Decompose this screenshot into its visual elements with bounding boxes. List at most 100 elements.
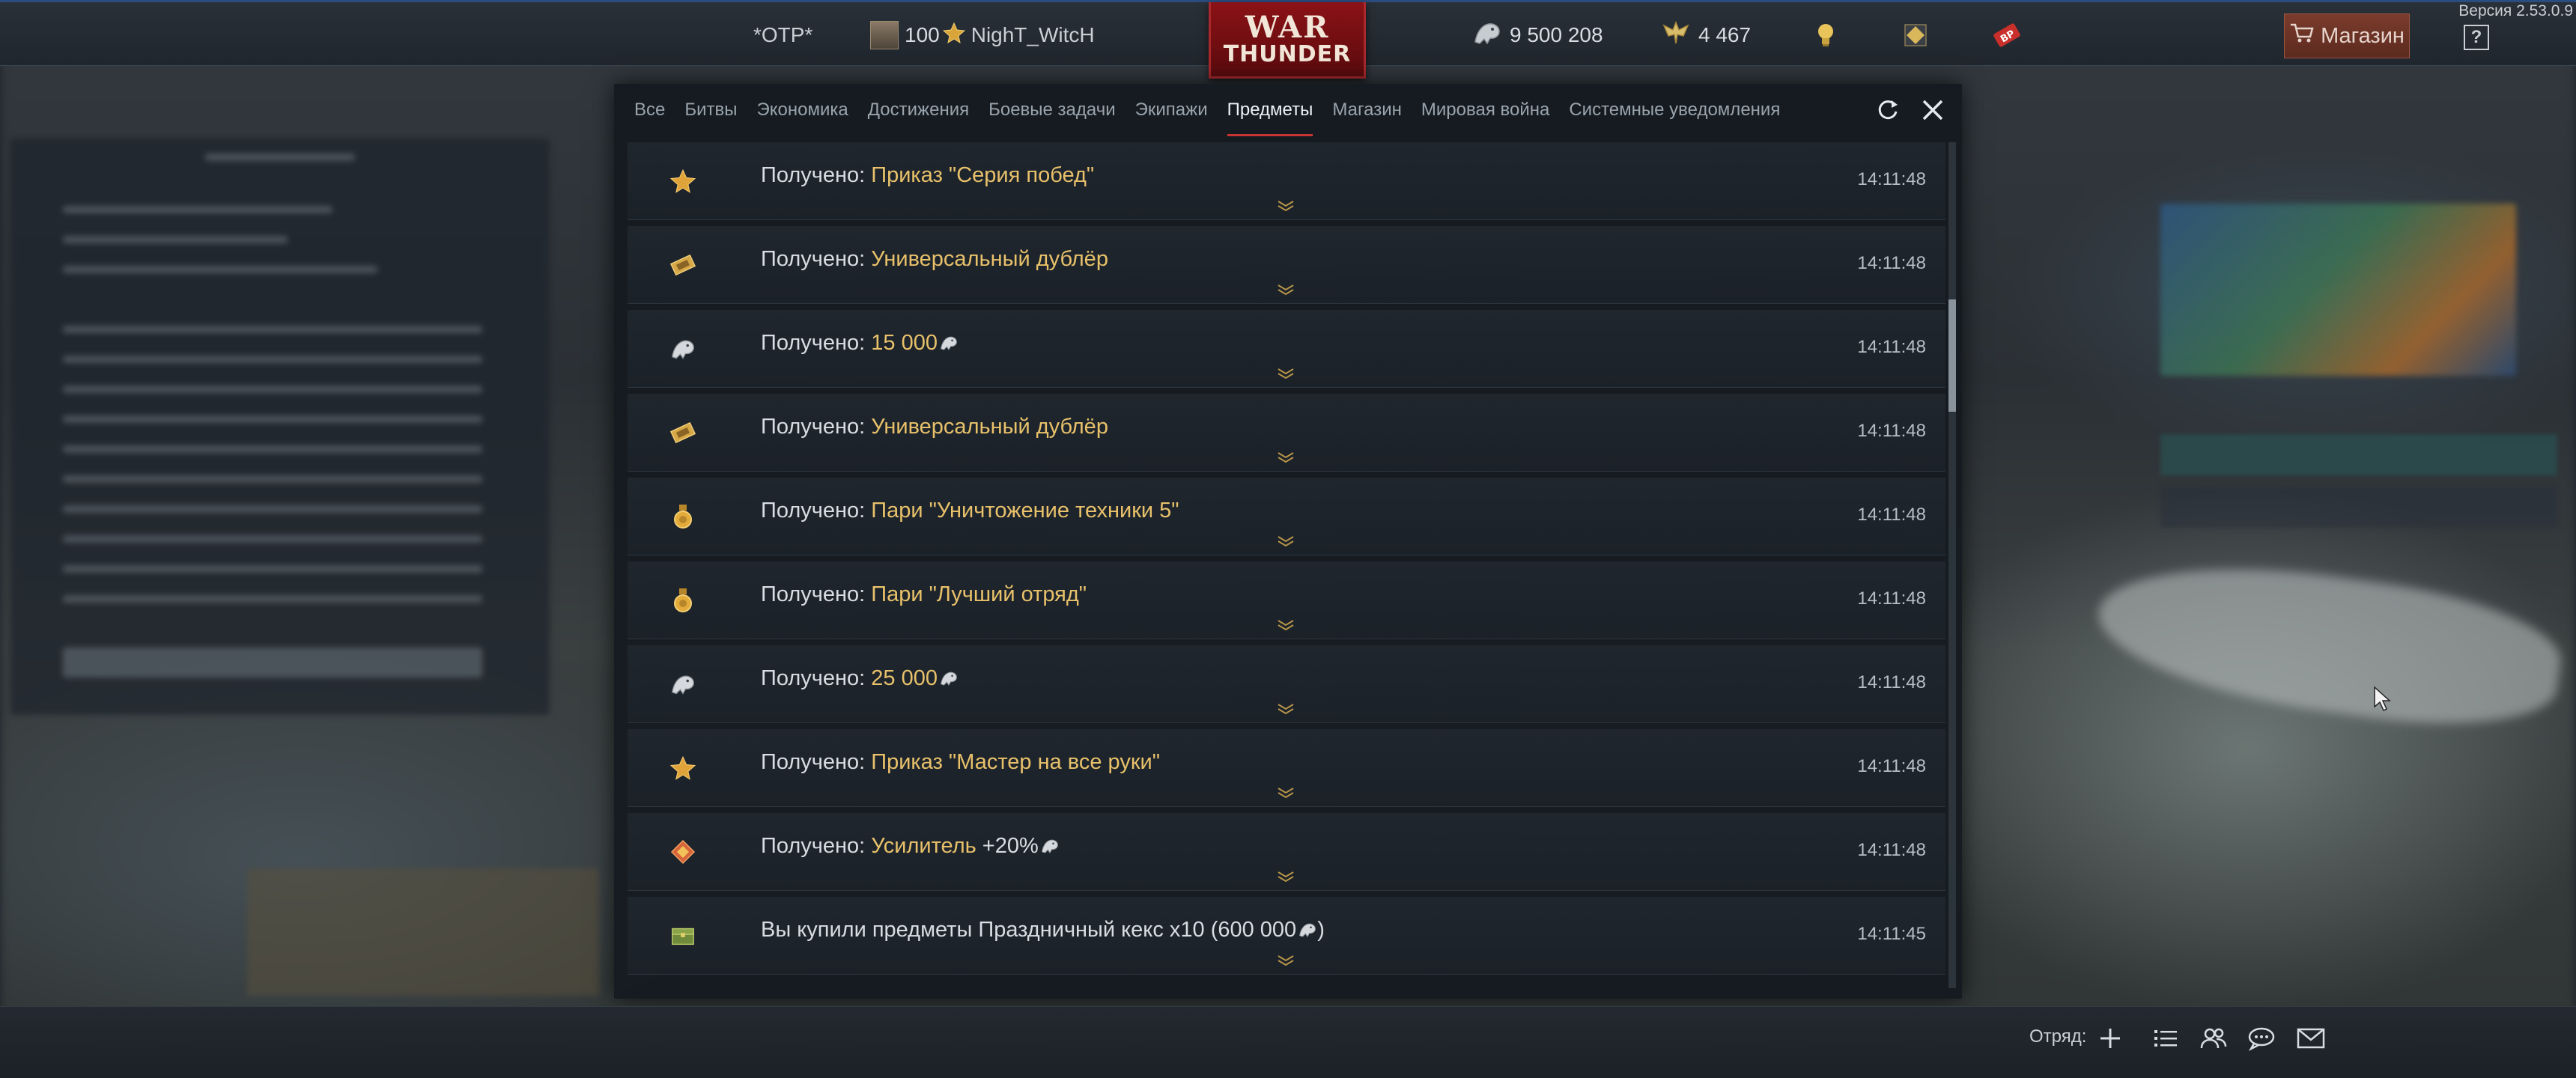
wager-medal-icon: [669, 587, 696, 614]
premium-diamond-icon[interactable]: [1902, 20, 1929, 50]
notification-row[interactable]: Получено: Пари "Лучший отряд" 14:11:48: [628, 561, 1945, 639]
expand-chevron-icon[interactable]: [1275, 786, 1297, 800]
tab-7[interactable]: Магазин: [1322, 84, 1412, 136]
background-vehicle-slots: [247, 868, 599, 996]
expand-chevron-icon[interactable]: [1275, 367, 1297, 380]
notification-row[interactable]: Получено: Универсальный дублёр 14:11:48: [628, 394, 1945, 472]
clan-tag[interactable]: *OTP*: [753, 20, 812, 50]
tab-4[interactable]: Боевые задачи: [979, 84, 1126, 136]
tab-1[interactable]: Битвы: [675, 84, 747, 136]
clan-tag-label: *OTP*: [753, 23, 813, 46]
notification-prefix: Получено:: [761, 247, 872, 271]
notification-prefix: Получено:: [761, 499, 872, 523]
bottom-bar: Отряд:: [0, 1006, 2576, 1078]
expand-chevron-icon[interactable]: [1275, 702, 1297, 716]
notification-prefix: Вы купили предметы Праздничный кекс x10 …: [761, 918, 1297, 942]
silver-lion-icon: [669, 335, 696, 362]
mouse-cursor: [2372, 686, 2393, 713]
battle-pass-icon[interactable]: BP: [1992, 20, 2022, 50]
notification-time: 14:11:48: [1857, 337, 1926, 357]
scrollbar[interactable]: [1948, 142, 1956, 988]
notification-time: 14:11:48: [1857, 672, 1926, 692]
silver-lions-balance[interactable]: 9 500 208: [1472, 20, 1603, 50]
notification-prefix: Получено:: [761, 331, 872, 355]
shop-button[interactable]: Магазин: [2284, 13, 2410, 58]
expand-chevron-icon[interactable]: [1275, 870, 1297, 883]
notification-text: Получено: Универсальный дублёр: [761, 415, 1108, 439]
notification-reward[interactable]: Пари "Лучший отряд": [871, 582, 1087, 606]
notification-text: Получено: Усилитель +20%: [761, 834, 1060, 859]
notification-reward[interactable]: Пари "Уничтожение техники 5": [871, 499, 1179, 523]
golden-eagle-icon: [1661, 19, 1691, 52]
notification-reward[interactable]: Универсальный дублёр: [871, 247, 1108, 271]
notification-reward[interactable]: Приказ "Серия побед": [871, 163, 1094, 187]
chat-button[interactable]: [2245, 1022, 2278, 1055]
notification-row[interactable]: Вы купили предметы Праздничный кекс x10 …: [628, 897, 1945, 975]
silver-lion-icon: [1299, 923, 1316, 938]
notification-reward[interactable]: Усилитель: [871, 834, 976, 858]
player-nickname: NighT_WitcH: [970, 23, 1095, 46]
player-profile[interactable]: 100 NighT_WitcH: [870, 20, 1095, 50]
wager-medal-icon: [669, 503, 696, 530]
notification-reward[interactable]: Приказ "Мастер на все руки": [871, 750, 1160, 774]
golden-eagles-balance[interactable]: 4 467: [1661, 20, 1751, 50]
background-event-banner: [2160, 204, 2516, 376]
chest-icon: [669, 922, 696, 949]
ticket-icon: [669, 419, 696, 446]
squad-label: Отряд:: [2029, 1026, 2087, 1047]
friends-icon: [2200, 1028, 2227, 1049]
tab-3[interactable]: Достижения: [858, 84, 979, 136]
help-button[interactable]: ?: [2464, 25, 2489, 50]
silver-lions-amount: 9 500 208: [1510, 23, 1603, 46]
expand-chevron-icon[interactable]: [1275, 954, 1297, 967]
expand-chevron-icon[interactable]: [1275, 283, 1297, 296]
avatar: [870, 21, 899, 49]
notification-row[interactable]: Получено: Приказ "Мастер на все руки" 14:…: [628, 729, 1945, 807]
notification-row[interactable]: Получено: Усилитель +20% 14:11:48: [628, 813, 1945, 891]
star-icon: [669, 168, 696, 195]
notification-text: Получено: Пари "Уничтожение техники 5": [761, 499, 1179, 523]
tab-8[interactable]: Мировая война: [1412, 84, 1559, 136]
notification-text: Получено: Приказ "Мастер на все руки": [761, 750, 1160, 775]
notification-text: Получено: 25 000: [761, 666, 959, 691]
expand-chevron-icon[interactable]: [1275, 535, 1297, 548]
notification-list[interactable]: Получено: Приказ "Серия побед" 14:11:48 По…: [628, 142, 1945, 996]
notification-time: 14:11:48: [1857, 756, 1926, 776]
notification-time: 14:11:48: [1857, 421, 1926, 441]
expand-chevron-icon[interactable]: [1275, 451, 1297, 464]
notification-reward[interactable]: 15 000: [871, 331, 938, 355]
notification-prefix: Получено:: [761, 666, 872, 690]
shop-button-label: Магазин: [2321, 23, 2405, 48]
tab-2[interactable]: Экономика: [747, 84, 858, 136]
notification-time: 14:11:45: [1857, 924, 1926, 944]
notification-reward[interactable]: Универсальный дублёр: [871, 415, 1108, 439]
expand-chevron-icon[interactable]: [1275, 618, 1297, 632]
tab-0[interactable]: Все: [625, 84, 675, 136]
refresh-button[interactable]: [1872, 94, 1904, 126]
notification-row[interactable]: Получено: Универсальный дублёр 14:11:48: [628, 226, 1945, 304]
lightbulb-icon[interactable]: [1815, 20, 1836, 50]
close-icon: [1922, 100, 1943, 121]
notification-row[interactable]: Получено: 15 000 14:11:48: [628, 310, 1945, 388]
add-squad-member-button[interactable]: [2094, 1022, 2127, 1055]
notification-row[interactable]: Получено: Пари "Уничтожение техники 5" 14…: [628, 478, 1945, 555]
silver-lion-icon: [669, 671, 696, 698]
logo-line1: WAR: [1245, 9, 1330, 45]
close-button[interactable]: [1917, 94, 1948, 126]
tab-9[interactable]: Системные уведомления: [1559, 84, 1790, 136]
notification-reward[interactable]: 25 000: [871, 666, 938, 690]
notification-time: 14:11:48: [1857, 840, 1926, 860]
tab-6[interactable]: Предметы: [1218, 84, 1323, 136]
tab-5[interactable]: Экипажи: [1126, 84, 1218, 136]
friends-button[interactable]: [2197, 1022, 2230, 1055]
plus-icon: [2100, 1029, 2120, 1048]
notification-prefix: Получено:: [761, 582, 872, 606]
scrollbar-thumb[interactable]: [1948, 299, 1956, 412]
mail-button[interactable]: [2294, 1022, 2327, 1055]
silver-lion-icon: [1472, 19, 1502, 52]
expand-chevron-icon[interactable]: [1275, 199, 1297, 213]
notification-row[interactable]: Получено: Приказ "Серия побед" 14:11:48: [628, 142, 1945, 220]
notification-time: 14:11:48: [1857, 253, 1926, 273]
contacts-list-button[interactable]: [2149, 1022, 2182, 1055]
notification-row[interactable]: Получено: 25 000 14:11:48: [628, 645, 1945, 723]
